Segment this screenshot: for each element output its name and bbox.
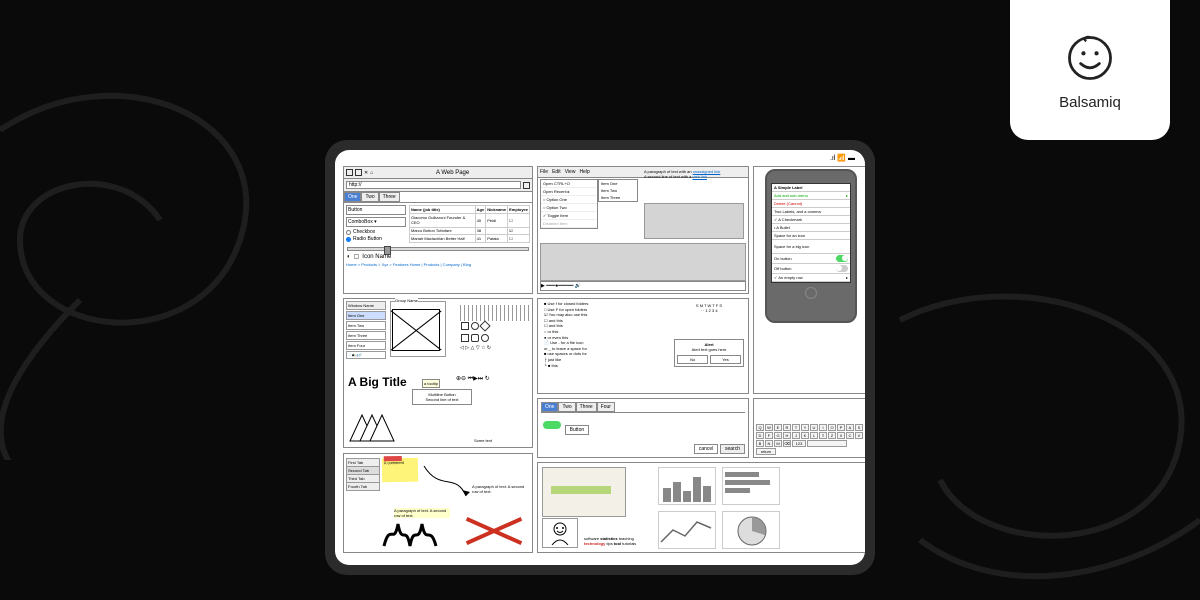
tooltip: a tooltip — [422, 379, 440, 388]
side-tabs: First Tab Second Tab Third Tab Fourth Ta… — [346, 458, 380, 490]
calendar[interactable]: S M T W T F S · · 1 2 3 4 — [674, 303, 744, 313]
square-icon[interactable]: ▢ — [354, 253, 360, 260]
pie-chart — [722, 511, 780, 549]
list-widget: Window Name Item One Item Two Item Three… — [346, 301, 386, 360]
avatar-placeholder — [542, 518, 578, 548]
tab-three[interactable]: Three — [379, 192, 400, 202]
big-title: A Big Title — [348, 375, 407, 389]
yes-button[interactable]: Yes — [710, 355, 741, 364]
switch-on-icon — [836, 255, 848, 262]
data-table: Name (job title)AgeNicknameEmployee Giac… — [409, 205, 530, 243]
phone-row[interactable]: Two Labels, and a comma — [772, 208, 850, 216]
phone-row-switch[interactable]: Off button — [772, 264, 850, 274]
shapes-palette: ◁ ▷ △ ▽ ☆ ↻ — [460, 305, 530, 351]
list-item[interactable]: Item Two — [346, 321, 386, 330]
alert-dialog: Alert Alert text goes here NoYes — [674, 339, 744, 367]
no-button[interactable]: No — [677, 355, 708, 364]
phone-row[interactable]: Delete (Cannot) — [772, 200, 850, 208]
list-item[interactable]: Item Three — [346, 331, 386, 340]
phone-row[interactable]: Space for a big icon — [772, 240, 850, 254]
shape-diamond[interactable] — [479, 320, 490, 331]
phone-row[interactable]: Space for an icon — [772, 232, 850, 240]
shape[interactable] — [461, 334, 469, 342]
go-icon[interactable] — [523, 182, 530, 189]
tablet-device: .ıl 📶 ▬ ✕ ⌂ A Web Page http:// One Two T… — [325, 140, 875, 575]
menu-mockup-panel: File Edit View Help Open CTRL+O Open Rec… — [537, 166, 749, 294]
menu-edit[interactable]: Edit — [552, 169, 561, 175]
invert-icon[interactable]: ◐ — [347, 254, 351, 260]
phone-row-switch[interactable]: On button — [772, 254, 850, 264]
spacebar[interactable] — [807, 440, 847, 447]
tablet-screen: .ıl 📶 ▬ ✕ ⌂ A Web Page http:// One Two T… — [335, 150, 865, 565]
map-widget[interactable] — [542, 467, 626, 517]
phone-device: A Simple Label Add and sub-menu▸ Delete … — [765, 169, 857, 323]
back-icon[interactable] — [346, 169, 353, 176]
switch-off-icon — [836, 265, 848, 272]
button[interactable]: Button — [565, 425, 589, 435]
shape-circle[interactable] — [471, 322, 479, 330]
tab-one[interactable]: One — [344, 192, 361, 202]
home-icon[interactable]: ⌂ — [370, 170, 373, 176]
close-icon[interactable]: ✕ — [364, 170, 368, 176]
button[interactable]: Button — [346, 205, 406, 215]
sticky-note[interactable]: A comment — [382, 458, 418, 483]
video-placeholder — [540, 243, 746, 281]
image-placeholder — [392, 309, 440, 351]
list-item[interactable]: Item One — [346, 311, 386, 320]
shape[interactable] — [471, 334, 479, 342]
combobox[interactable]: ComboBox ▾ — [346, 217, 406, 227]
widgets-panel: Window Name Item One Item Two Item Three… — [343, 298, 533, 448]
line-chart — [658, 511, 716, 549]
placeholder-box — [644, 203, 744, 239]
menu-view[interactable]: View — [565, 169, 576, 175]
tabs: One Two Three — [344, 192, 532, 203]
tag-cloud: software statistics teaching technology … — [584, 536, 644, 546]
menu-help[interactable]: Help — [579, 169, 589, 175]
scribble-icon — [382, 518, 442, 548]
menu-file[interactable]: File — [540, 169, 548, 175]
shape[interactable] — [481, 334, 489, 342]
multiline-button[interactable]: Multiline ButtonSecond line of text — [412, 389, 472, 405]
checkbox[interactable] — [346, 230, 351, 235]
tab-two[interactable]: Two — [361, 192, 378, 202]
logo-label: Balsamiq — [1059, 94, 1121, 111]
fwd-icon[interactable] — [355, 169, 362, 176]
bar-chart — [722, 467, 780, 505]
submenu: Item One Item Two Item Three — [598, 179, 638, 202]
phone-row[interactable]: Add and sub-menu▸ — [772, 192, 850, 200]
red-x-icon — [464, 512, 524, 546]
balsamiq-logo-card: Balsamiq — [1010, 0, 1170, 140]
phone-row[interactable]: ✓ An empty row▸ — [772, 274, 850, 282]
phone-screen: A Simple Label Add and sub-menu▸ Delete … — [771, 183, 851, 283]
toggle-on[interactable] — [543, 421, 561, 429]
phone-row[interactable]: • A Bullet — [772, 224, 850, 232]
dropdown-menu: Open CTRL+O Open Recent ▸ ○ Option One ○… — [540, 179, 598, 229]
shape-square[interactable] — [461, 322, 469, 330]
browser-mockup-panel: ✕ ⌂ A Web Page http:// One Two Three But… — [343, 166, 533, 294]
url-input[interactable]: http:// — [346, 181, 521, 189]
controls-panel: One Two Three Four Button cancel search — [537, 398, 749, 458]
status-bar: .ıl 📶 ▬ — [830, 154, 855, 162]
smiley-icon — [1062, 30, 1118, 86]
home-button[interactable] — [805, 287, 817, 299]
radio[interactable] — [346, 237, 351, 242]
charts-panel: software statistics teaching technology … — [537, 462, 865, 553]
breadcrumb[interactable]: Home > Products > Xyz > Features Home | … — [344, 260, 532, 269]
paragraph-text: A paragraph of text with an unassigned l… — [644, 169, 744, 179]
page-title: A Web Page — [375, 170, 530, 176]
phone-title: A Simple Label — [772, 184, 850, 192]
list-item[interactable]: Item Four — [346, 341, 386, 350]
virtual-keyboard: QWERTYUIOP ASDFGHJKL ⇧ZXCVBNM⌫ 123return — [756, 424, 865, 455]
annotation-panel: First Tab Second Tab Third Tab Fourth Ta… — [343, 453, 533, 553]
phone-panel: A Simple Label Add and sub-menu▸ Delete … — [753, 166, 865, 394]
keyboard-panel: QWERTYUIOP ASDFGHJKL ⇧ZXCVBNM⌫ 123return — [753, 398, 865, 458]
media-controls[interactable]: ▶ ━━━●━━━━━ 🔊 — [540, 281, 746, 291]
column-chart — [658, 467, 716, 505]
phone-row[interactable]: ✓ A Checkmark — [772, 216, 850, 224]
slider[interactable] — [347, 247, 529, 251]
tree-panel: ■ Use f for closed folders □ Use F for o… — [537, 298, 749, 394]
